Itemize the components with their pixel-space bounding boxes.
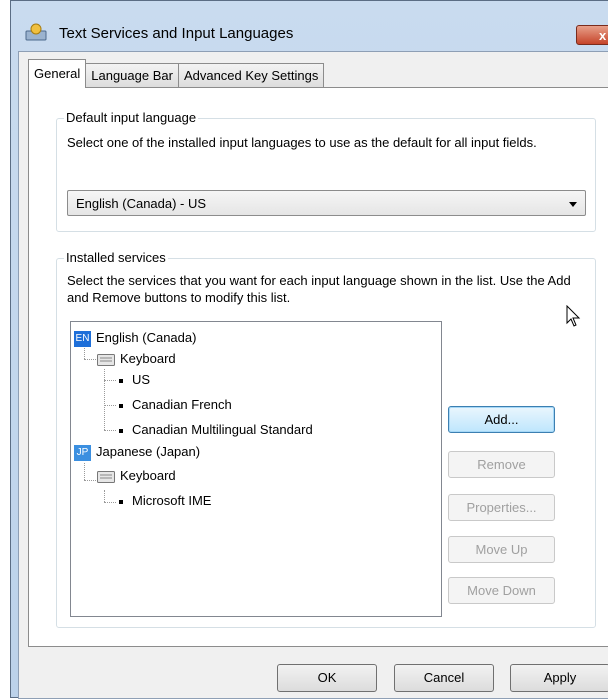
bullet-icon xyxy=(119,499,123,504)
bullet-icon xyxy=(119,378,123,383)
tree-item-label: Keyboard xyxy=(120,468,176,483)
apply-button[interactable]: Apply xyxy=(510,664,608,692)
add-button[interactable]: Add... xyxy=(448,406,555,433)
tree-item-japanese-keyboard[interactable]: Keyboard xyxy=(97,466,176,486)
default-input-group-label: Default input language xyxy=(64,110,199,125)
keyboard-icon xyxy=(97,470,115,483)
keyboard-icon xyxy=(97,353,115,366)
tab-strip: General Language Bar Advanced Key Settin… xyxy=(28,59,325,88)
default-language-value: English (Canada) - US xyxy=(76,196,207,211)
services-tree[interactable]: EN English (Canada) Keyboard US Canadian … xyxy=(70,321,442,617)
tree-item-label: Japanese (Japan) xyxy=(96,444,201,459)
remove-button[interactable]: Remove xyxy=(448,451,555,478)
mouse-pointer-icon xyxy=(566,305,581,327)
language-badge-en: EN xyxy=(74,330,91,347)
tree-item-label: Canadian Multilingual Standard xyxy=(132,422,313,437)
default-input-description: Select one of the installed input langua… xyxy=(67,135,537,150)
move-up-button[interactable]: Move Up xyxy=(448,536,555,563)
keyboard-globe-icon xyxy=(25,23,47,41)
close-button[interactable]: x xyxy=(576,25,608,45)
ok-button[interactable]: OK xyxy=(277,664,377,692)
bullet-icon xyxy=(119,403,123,408)
tab-advanced-key-settings[interactable]: Advanced Key Settings xyxy=(177,63,325,88)
tree-item-canadian-multilingual[interactable]: Canadian Multilingual Standard xyxy=(119,420,313,440)
installed-services-group-label: Installed services xyxy=(64,250,168,265)
tree-item-english-canada[interactable]: EN English (Canada) xyxy=(74,328,196,348)
tree-item-microsoft-ime[interactable]: Microsoft IME xyxy=(119,491,211,511)
move-down-button[interactable]: Move Down xyxy=(448,577,555,604)
installed-services-description: Select the services that you want for ea… xyxy=(67,273,571,305)
language-badge-jp: JP xyxy=(74,444,91,461)
tree-item-label: Keyboard xyxy=(120,351,176,366)
properties-button[interactable]: Properties... xyxy=(448,494,555,521)
tree-item-label: English (Canada) xyxy=(96,330,197,345)
tree-item-canadian-french[interactable]: Canadian French xyxy=(119,395,232,415)
chevron-down-icon xyxy=(569,202,577,207)
tree-item-english-keyboard[interactable]: Keyboard xyxy=(97,349,176,369)
cancel-button[interactable]: Cancel xyxy=(394,664,494,692)
tree-item-us[interactable]: US xyxy=(119,370,150,390)
tree-item-japanese-japan[interactable]: JP Japanese (Japan) xyxy=(74,442,200,462)
tree-item-label: US xyxy=(132,372,151,387)
default-language-dropdown[interactable]: English (Canada) - US xyxy=(67,190,586,216)
window-title: Text Services and Input Languages xyxy=(59,25,294,42)
title-bar[interactable]: Text Services and Input Languages x xyxy=(11,1,608,45)
tab-language-bar[interactable]: Language Bar xyxy=(85,63,179,88)
tree-item-label: Microsoft IME xyxy=(132,493,212,508)
tree-item-label: Canadian French xyxy=(132,397,232,412)
tab-general[interactable]: General xyxy=(28,59,87,88)
bullet-icon xyxy=(119,428,123,433)
